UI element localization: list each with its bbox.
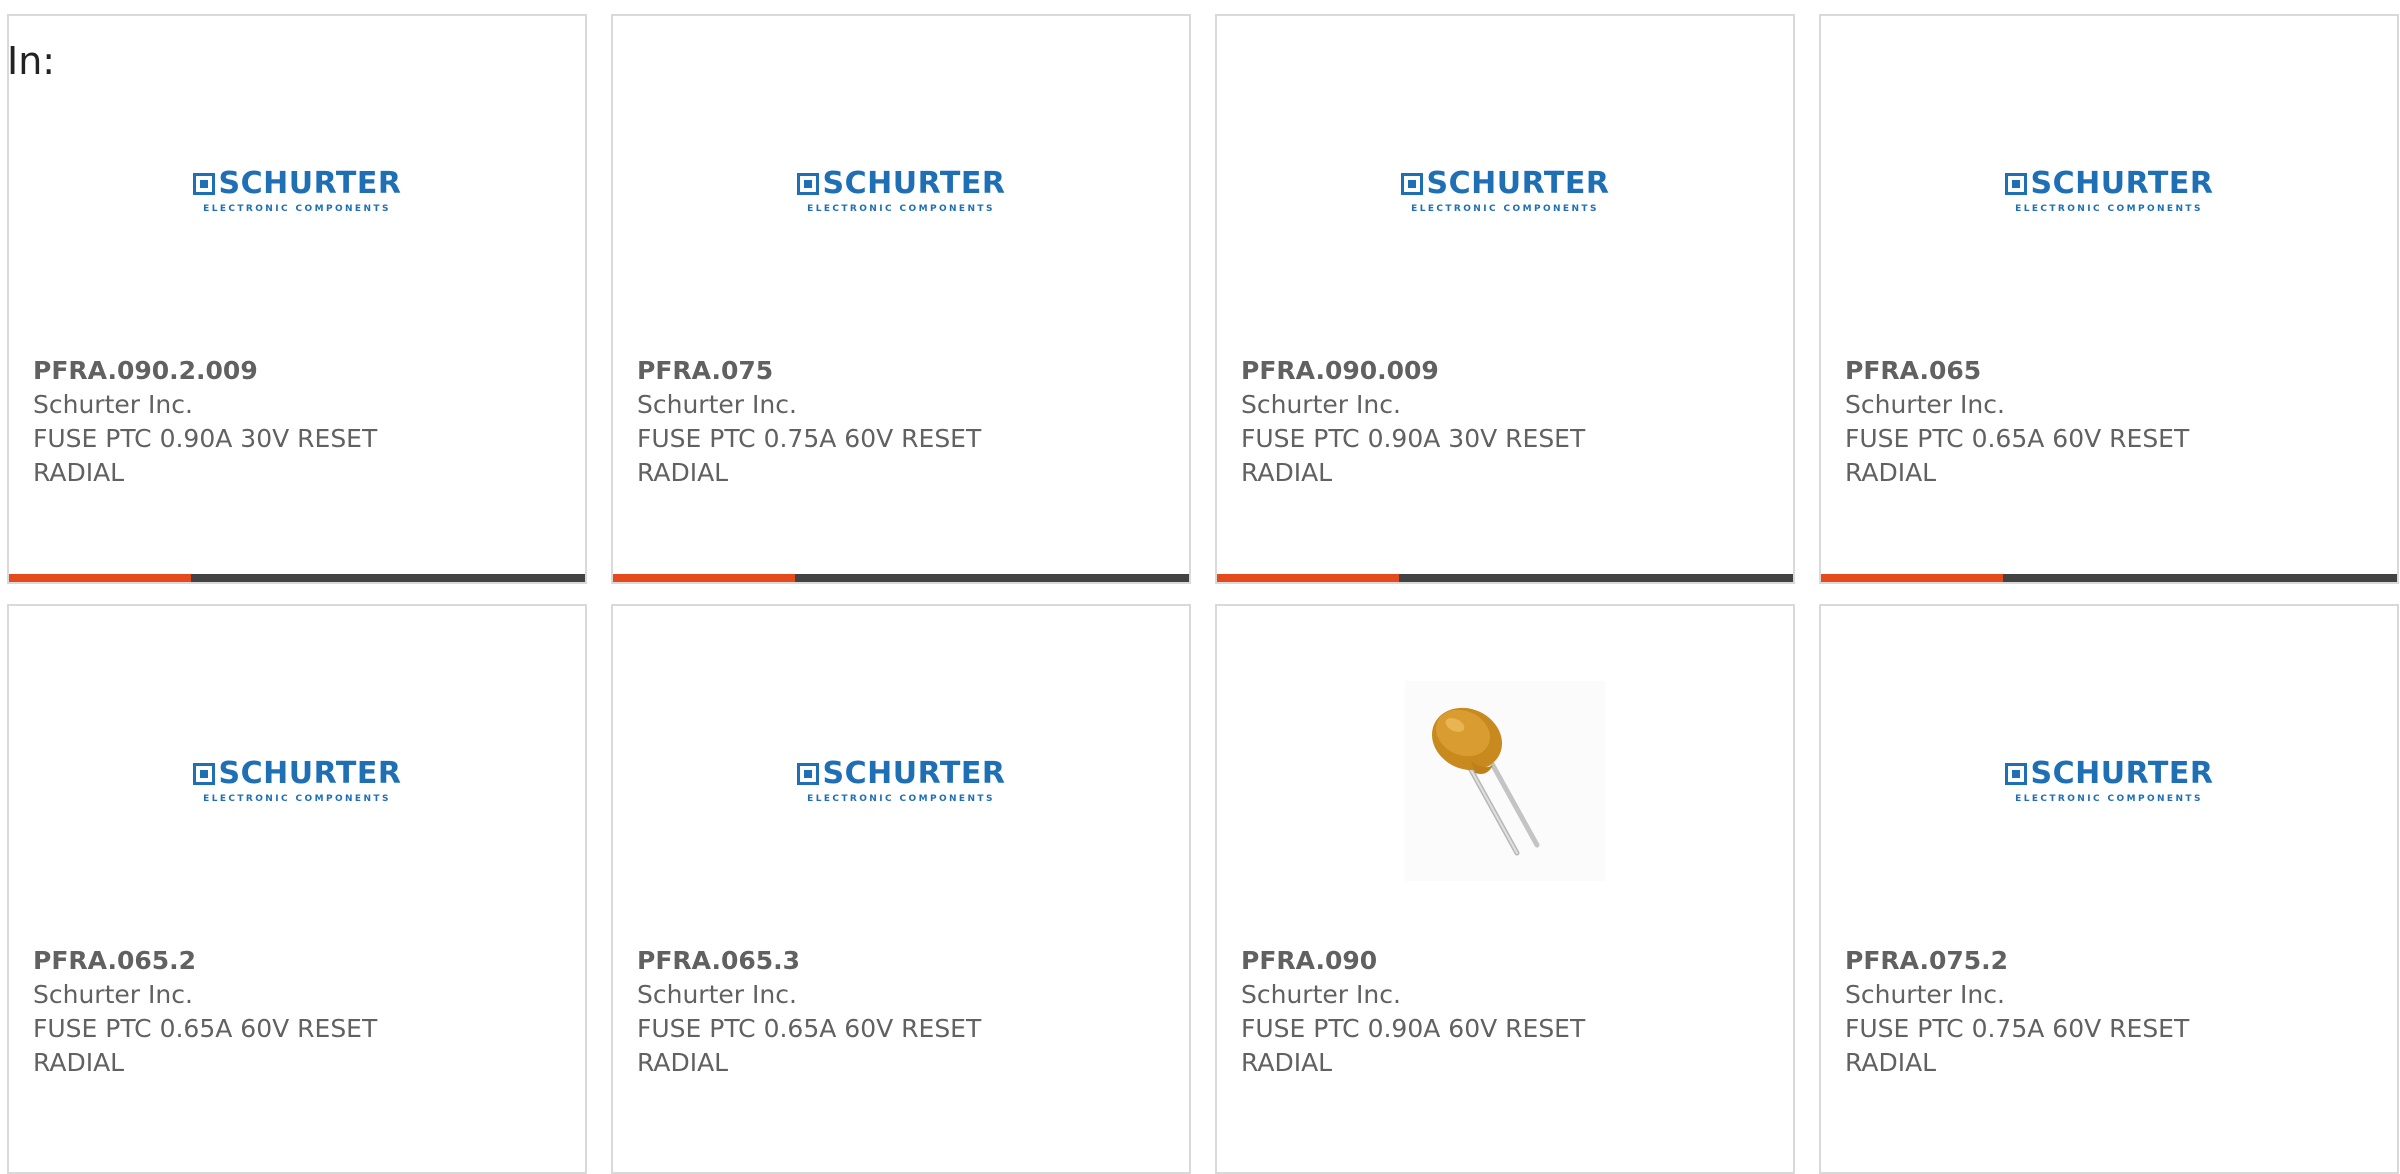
manufacturer: Schurter Inc. bbox=[1845, 980, 2005, 1009]
description-line1: FUSE PTC 0.75A 60V RESET bbox=[637, 424, 982, 453]
part-number[interactable]: PFRA.090.009 bbox=[1241, 354, 1777, 388]
description-line2: RADIAL bbox=[637, 1048, 729, 1077]
part-number[interactable]: PFRA.090 bbox=[1241, 944, 1777, 978]
part-number[interactable]: PFRA.065.3 bbox=[637, 944, 1173, 978]
product-image: SCHURTER ELECTRONIC COMPONENTS bbox=[1217, 76, 1793, 306]
schurter-logo-mark-icon bbox=[192, 172, 215, 195]
schurter-logo-mark-icon bbox=[796, 762, 819, 785]
product-image: SCHURTER ELECTRONIC COMPONENTS bbox=[1821, 666, 2397, 896]
logo-wordmark: SCHURTER bbox=[1426, 165, 1610, 201]
product-grid: SCHURTER ELECTRONIC COMPONENTS PFRA.090.… bbox=[7, 14, 2399, 1174]
part-number[interactable]: PFRA.065 bbox=[1845, 354, 2381, 388]
product-image: SCHURTER ELECTRONIC COMPONENTS bbox=[613, 76, 1189, 306]
manufacturer: Schurter Inc. bbox=[1845, 390, 2005, 419]
manufacturer: Schurter Inc. bbox=[33, 390, 193, 419]
part-number[interactable]: PFRA.075 bbox=[637, 354, 1173, 388]
card-accent-bar bbox=[613, 574, 1189, 582]
product-card[interactable]: SCHURTER ELECTRONIC COMPONENTS PFRA.075 … bbox=[611, 14, 1191, 584]
product-card[interactable]: SCHURTER ELECTRONIC COMPONENTS PFRA.065.… bbox=[7, 604, 587, 1174]
manufacturer: Schurter Inc. bbox=[637, 390, 797, 419]
radial-ptc-fuse-photo bbox=[1405, 681, 1605, 881]
part-number[interactable]: PFRA.065.2 bbox=[33, 944, 569, 978]
schurter-logo: SCHURTER ELECTRONIC COMPONENTS bbox=[796, 165, 1006, 214]
description-line1: FUSE PTC 0.90A 30V RESET bbox=[33, 424, 378, 453]
logo-wordmark: SCHURTER bbox=[2030, 755, 2214, 791]
card-accent-bar bbox=[1821, 574, 2397, 582]
manufacturer: Schurter Inc. bbox=[1241, 390, 1401, 419]
schurter-logo: SCHURTER ELECTRONIC COMPONENTS bbox=[1400, 165, 1610, 214]
product-image: SCHURTER ELECTRONIC COMPONENTS bbox=[613, 666, 1189, 896]
schurter-logo: SCHURTER ELECTRONIC COMPONENTS bbox=[2004, 755, 2214, 804]
manufacturer: Schurter Inc. bbox=[1241, 980, 1401, 1009]
part-number[interactable]: PFRA.075.2 bbox=[1845, 944, 2381, 978]
description-line2: RADIAL bbox=[33, 458, 125, 487]
product-card[interactable]: SCHURTER ELECTRONIC COMPONENTS PFRA.075.… bbox=[1819, 604, 2399, 1174]
manufacturer: Schurter Inc. bbox=[33, 980, 193, 1009]
description-line2: RADIAL bbox=[1845, 1048, 1937, 1077]
manufacturer: Schurter Inc. bbox=[637, 980, 797, 1009]
logo-subtext: ELECTRONIC COMPONENTS bbox=[2015, 793, 2203, 804]
logo-subtext: ELECTRONIC COMPONENTS bbox=[1411, 203, 1599, 214]
schurter-logo: SCHURTER ELECTRONIC COMPONENTS bbox=[192, 755, 402, 804]
schurter-logo-mark-icon bbox=[2004, 762, 2027, 785]
schurter-logo-mark-icon bbox=[192, 762, 215, 785]
schurter-logo-mark-icon bbox=[1400, 172, 1423, 195]
description-line1: FUSE PTC 0.65A 60V RESET bbox=[637, 1014, 982, 1043]
logo-wordmark: SCHURTER bbox=[822, 755, 1006, 791]
description-line1: FUSE PTC 0.65A 60V RESET bbox=[1845, 424, 2190, 453]
logo-wordmark: SCHURTER bbox=[218, 755, 402, 791]
schurter-logo-mark-icon bbox=[2004, 172, 2027, 195]
description-line1: FUSE PTC 0.75A 60V RESET bbox=[1845, 1014, 2190, 1043]
logo-wordmark: SCHURTER bbox=[2030, 165, 2214, 201]
schurter-logo: SCHURTER ELECTRONIC COMPONENTS bbox=[192, 165, 402, 214]
card-accent-bar bbox=[9, 574, 585, 582]
product-card[interactable]: PFRA.090 Schurter Inc. FUSE PTC 0.90A 60… bbox=[1215, 604, 1795, 1174]
part-number[interactable]: PFRA.090.2.009 bbox=[33, 354, 569, 388]
logo-subtext: ELECTRONIC COMPONENTS bbox=[203, 793, 391, 804]
product-image: SCHURTER ELECTRONIC COMPONENTS bbox=[9, 666, 585, 896]
product-image bbox=[1217, 666, 1793, 896]
description-line2: RADIAL bbox=[1845, 458, 1937, 487]
schurter-logo: SCHURTER ELECTRONIC COMPONENTS bbox=[796, 755, 1006, 804]
schurter-logo-mark-icon bbox=[796, 172, 819, 195]
description-line2: RADIAL bbox=[637, 458, 729, 487]
logo-subtext: ELECTRONIC COMPONENTS bbox=[807, 203, 995, 214]
product-image: SCHURTER ELECTRONIC COMPONENTS bbox=[1821, 76, 2397, 306]
product-card[interactable]: SCHURTER ELECTRONIC COMPONENTS PFRA.065.… bbox=[611, 604, 1191, 1174]
logo-wordmark: SCHURTER bbox=[218, 165, 402, 201]
logo-subtext: ELECTRONIC COMPONENTS bbox=[203, 203, 391, 214]
schurter-logo: SCHURTER ELECTRONIC COMPONENTS bbox=[2004, 165, 2214, 214]
description-line2: RADIAL bbox=[1241, 1048, 1333, 1077]
description-line2: RADIAL bbox=[1241, 458, 1333, 487]
description-line1: FUSE PTC 0.90A 60V RESET bbox=[1241, 1014, 1586, 1043]
logo-wordmark: SCHURTER bbox=[822, 165, 1006, 201]
description-line1: FUSE PTC 0.65A 60V RESET bbox=[33, 1014, 378, 1043]
logo-subtext: ELECTRONIC COMPONENTS bbox=[2015, 203, 2203, 214]
logo-subtext: ELECTRONIC COMPONENTS bbox=[807, 793, 995, 804]
product-card[interactable]: SCHURTER ELECTRONIC COMPONENTS PFRA.090.… bbox=[1215, 14, 1795, 584]
product-card[interactable]: SCHURTER ELECTRONIC COMPONENTS PFRA.065 … bbox=[1819, 14, 2399, 584]
product-card[interactable]: SCHURTER ELECTRONIC COMPONENTS PFRA.090.… bbox=[7, 14, 587, 584]
card-accent-bar bbox=[1217, 574, 1793, 582]
description-line2: RADIAL bbox=[33, 1048, 125, 1077]
filter-in-label: In: bbox=[7, 39, 56, 83]
product-image: SCHURTER ELECTRONIC COMPONENTS bbox=[9, 76, 585, 306]
description-line1: FUSE PTC 0.90A 30V RESET bbox=[1241, 424, 1586, 453]
